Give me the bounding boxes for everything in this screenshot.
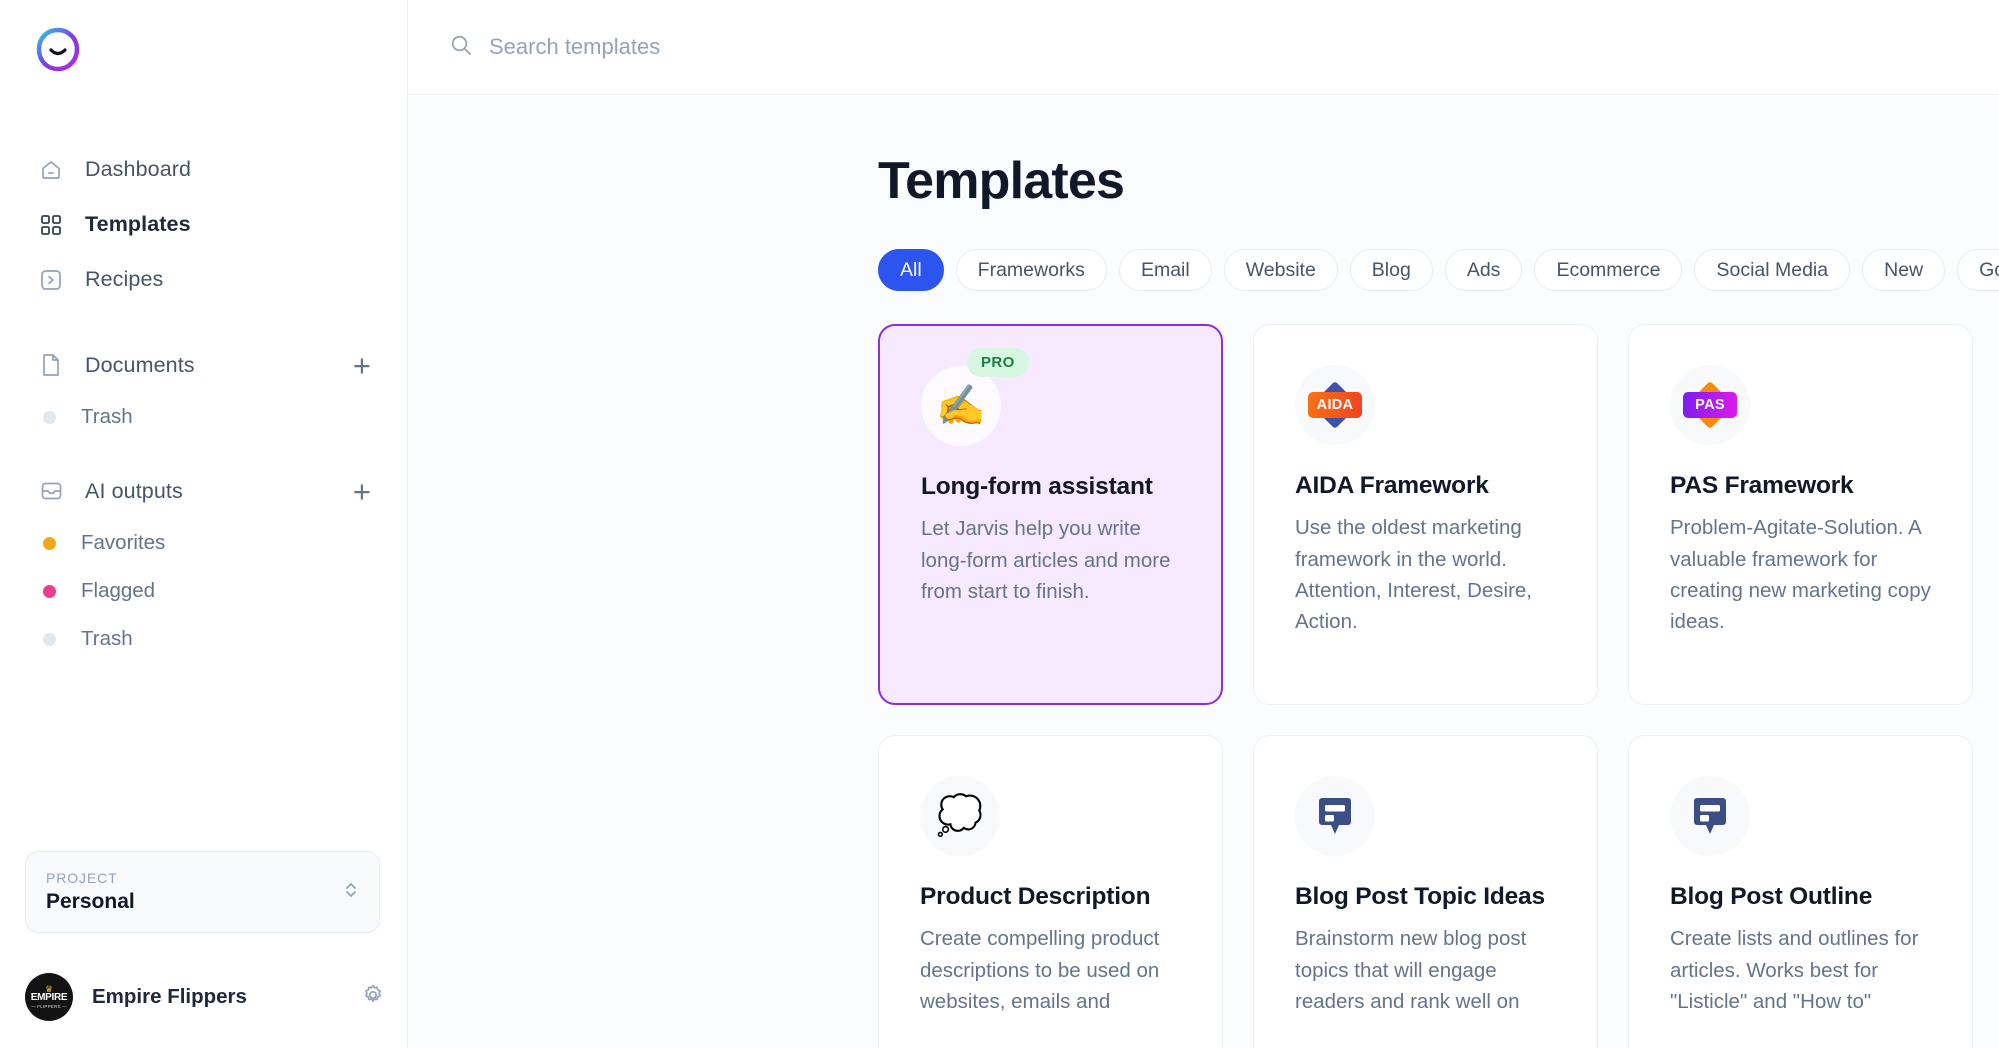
thought-bubble-glyph: 💭 <box>936 795 984 837</box>
dot-indicator <box>43 584 56 598</box>
avatar-line2: — FLIPPERS — <box>31 1003 67 1009</box>
pas-badge-text: PAS <box>1683 392 1737 418</box>
sidebar-item-flagged[interactable]: Flagged <box>0 567 407 615</box>
aida-badge-text: AIDA <box>1308 392 1362 418</box>
sidebar-section-ai-outputs[interactable]: AI outputs + <box>0 463 407 519</box>
aida-art: AIDA <box>1307 377 1363 433</box>
speech-balloon-icon <box>1670 776 1750 856</box>
play-square-icon <box>38 267 64 293</box>
sidebar-item-recipes[interactable]: Recipes <box>0 252 407 307</box>
chevron-up-down-icon <box>343 878 359 907</box>
avatar-line1: EMPIRE <box>30 992 68 1004</box>
aida-badge-icon: AIDA <box>1295 365 1375 445</box>
gear-icon[interactable] <box>361 983 385 1012</box>
template-card-title: Product Description <box>920 883 1151 910</box>
project-selector[interactable]: PROJECT Personal <box>25 851 380 933</box>
project-label: PROJECT <box>46 870 118 886</box>
jarvis-logo-icon <box>36 27 80 72</box>
template-card-long-form-assistant[interactable]: ✍️ PRO Long-form assistant Let Jarvis he… <box>878 324 1223 705</box>
sidebar: Dashboard Templates Recipes Documents + … <box>0 0 408 1048</box>
template-card-title: PAS Framework <box>1670 472 1854 499</box>
template-card-title: Blog Post Topic Ideas <box>1295 883 1545 910</box>
template-card-description: Problem-Agitate-Solution. A valuable fra… <box>1670 516 1931 633</box>
dot-indicator <box>43 410 56 424</box>
template-card-pas-framework[interactable]: PAS PAS Framework Problem-Agitate-Soluti… <box>1628 324 1973 705</box>
sidebar-subitem-label: Trash <box>81 627 133 650</box>
sidebar-item-label: Recipes <box>85 267 164 291</box>
template-card-title: Long-form assistant <box>921 473 1153 500</box>
user-account-row[interactable]: ♛ EMPIRE — FLIPPERS — Empire Flippers <box>25 969 385 1025</box>
sidebar-item-ai-trash[interactable]: Trash <box>0 615 407 663</box>
dot-indicator <box>43 632 56 646</box>
add-ai-output-button[interactable]: + <box>353 476 371 507</box>
filter-pill-ads[interactable]: Ads <box>1444 249 1523 291</box>
thought-bubble-icon: 💭 <box>920 776 1000 856</box>
filter-pills: All Frameworks Email Website Blog Ads Ec… <box>878 249 1999 291</box>
writing-hand-glyph: ✍️ <box>936 384 986 428</box>
pas-art: PAS <box>1682 377 1738 433</box>
filter-pill-ecommerce[interactable]: Ecommerce <box>1534 249 1683 291</box>
template-card-title: Blog Post Outline <box>1670 883 1873 910</box>
filter-pill-email[interactable]: Email <box>1118 249 1212 291</box>
sidebar-item-label: Templates <box>85 212 191 236</box>
template-card-description: Use the oldest marketing framework in th… <box>1295 516 1533 633</box>
sidebar-item-label: Dashboard <box>85 157 192 181</box>
filter-pill-all[interactable]: All <box>878 249 944 291</box>
logo-wrapper <box>0 0 407 74</box>
template-card-blog-post-topic-ideas[interactable]: Blog Post Topic Ideas Brainstorm new blo… <box>1253 735 1598 1048</box>
sidebar-section-label: Documents <box>85 352 195 377</box>
filter-pill-blog[interactable]: Blog <box>1349 249 1433 291</box>
sidebar-item-documents-trash[interactable]: Trash <box>0 393 407 441</box>
sidebar-subitem-label: Trash <box>81 405 133 428</box>
add-document-button[interactable]: + <box>353 350 371 381</box>
avatar: ♛ EMPIRE — FLIPPERS — <box>25 973 73 1021</box>
pro-badge: PRO <box>967 348 1029 377</box>
template-card-description: Let Jarvis help you write long-form arti… <box>921 517 1171 603</box>
template-card-description: Brainstorm new blog post topics that wil… <box>1295 927 1527 1013</box>
speech-balloon-art <box>1319 798 1351 834</box>
speech-balloon-art <box>1694 798 1726 834</box>
search-input[interactable] <box>489 34 1089 60</box>
topbar <box>408 0 1999 95</box>
sidebar-item-templates[interactable]: Templates <box>0 197 407 252</box>
filter-pill-frameworks[interactable]: Frameworks <box>955 249 1107 291</box>
user-name: Empire Flippers <box>92 985 247 1008</box>
search-icon <box>450 34 472 61</box>
file-icon <box>38 352 64 378</box>
writing-hand-icon: ✍️ PRO <box>921 348 1029 446</box>
sidebar-subitem-label: Favorites <box>81 531 166 554</box>
search-wrapper <box>450 34 1999 61</box>
template-card-description: Create compelling product descriptions t… <box>920 927 1160 1013</box>
sidebar-item-favorites[interactable]: Favorites <box>0 519 407 567</box>
home-icon <box>38 157 64 183</box>
template-card-title: AIDA Framework <box>1295 472 1489 499</box>
sidebar-subitem-label: Flagged <box>81 579 156 602</box>
template-card-aida-framework[interactable]: AIDA AIDA Framework Use the oldest marke… <box>1253 324 1598 705</box>
grid-icon <box>38 212 64 238</box>
sidebar-section-label: AI outputs <box>85 478 183 503</box>
sidebar-item-dashboard[interactable]: Dashboard <box>0 142 407 197</box>
page-title: Templates <box>878 152 1125 210</box>
inbox-icon <box>38 478 64 504</box>
template-card-product-description[interactable]: 💭 Product Description Create compelling … <box>878 735 1223 1048</box>
primary-nav: Dashboard Templates Recipes Documents + … <box>0 142 407 663</box>
content: Templates All Frameworks Email Website B… <box>408 95 1999 1048</box>
filter-pill-social-media[interactable]: Social Media <box>1694 249 1851 291</box>
dot-indicator <box>43 536 56 550</box>
pas-badge-icon: PAS <box>1670 365 1750 445</box>
filter-pill-website[interactable]: Website <box>1223 249 1338 291</box>
template-grid: ✍️ PRO Long-form assistant Let Jarvis he… <box>878 324 1999 1048</box>
main-area: Templates All Frameworks Email Website B… <box>408 0 1999 1048</box>
filter-pill-new[interactable]: New <box>1862 249 1946 291</box>
project-text: PROJECT Personal <box>46 870 343 914</box>
speech-balloon-icon <box>1295 776 1375 856</box>
template-card-blog-post-outline[interactable]: Blog Post Outline Create lists and outli… <box>1628 735 1973 1048</box>
template-card-description: Create lists and outlines for articles. … <box>1670 927 1919 1013</box>
jarvis-logo[interactable] <box>34 26 82 74</box>
sidebar-section-documents[interactable]: Documents + <box>0 337 407 393</box>
filter-pill-google[interactable]: Google <box>1957 249 1999 291</box>
project-value: Personal <box>46 890 135 913</box>
